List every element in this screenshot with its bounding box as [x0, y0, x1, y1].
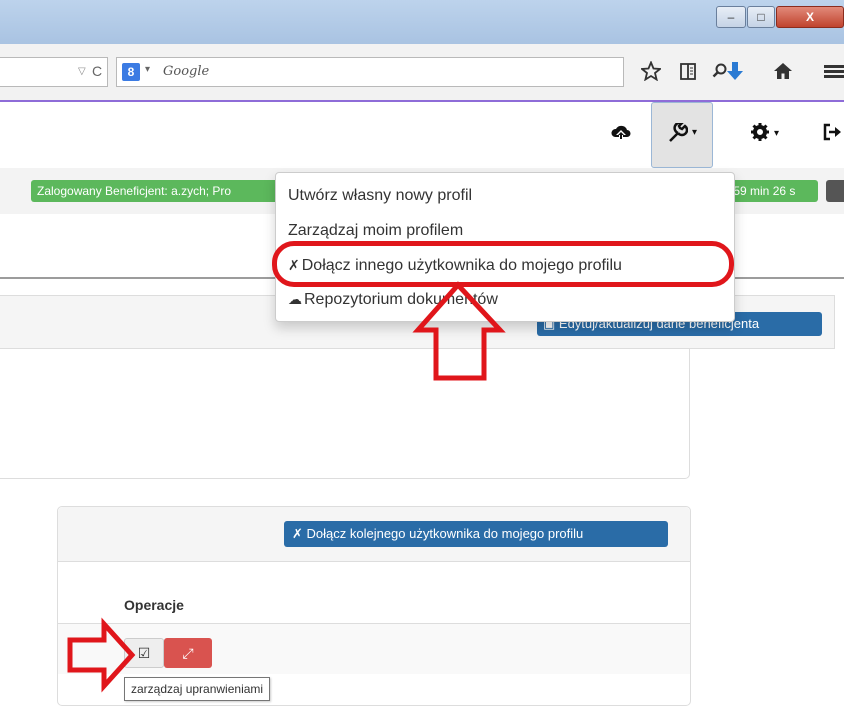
- right-arrow-annotation: [67, 617, 136, 693]
- up-arrow-annotation: [412, 281, 506, 381]
- annotation-arrows: [67, 281, 506, 693]
